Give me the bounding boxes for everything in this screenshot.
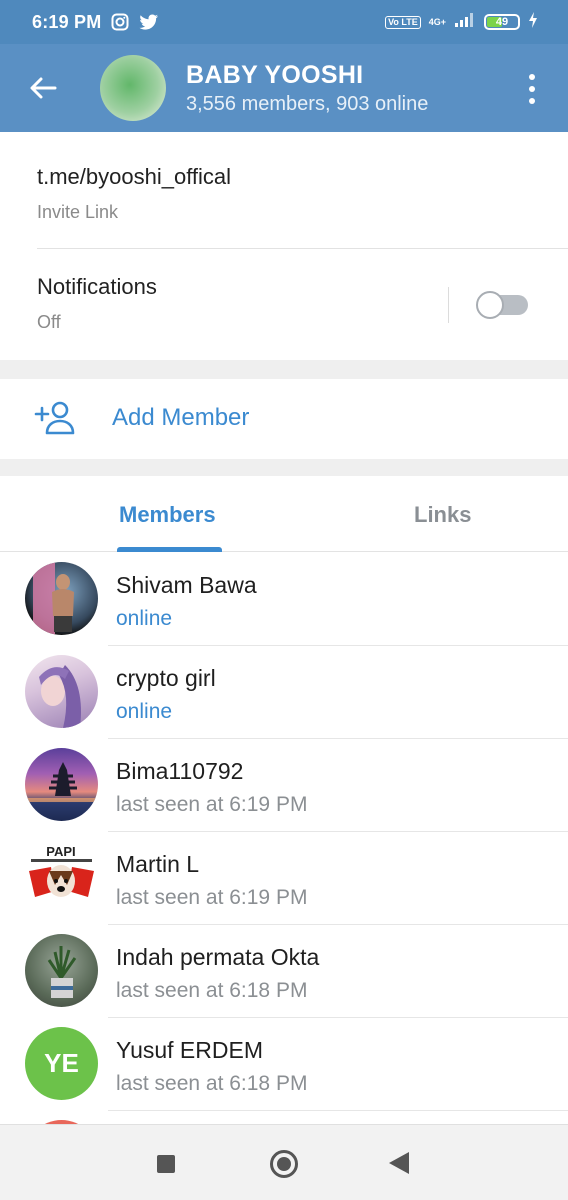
back-button[interactable] [0,44,86,132]
avatar: PAPI [25,841,98,914]
notifications-label: Notifications [37,274,157,299]
group-avatar[interactable] [100,55,166,121]
list-item[interactable]: PAPI Martin L last seen at 6:19 PM [0,832,568,925]
list-item[interactable]: Indah permata Okta last seen at 6:18 PM [0,925,568,1018]
add-member-row[interactable]: Add Member [0,379,568,459]
charging-icon [528,11,538,33]
invite-link-value: t.me/byooshi_offical [37,164,232,189]
member-status: online [116,607,173,630]
notifications-value: Off [37,312,61,332]
member-status: last seen at 6:18 PM [116,1072,308,1095]
member-status: last seen at 6:18 PM [116,979,308,1002]
member-name: Indah permata Okta [116,944,320,970]
member-name: Bima110792 [116,758,244,784]
list-item[interactable]: Bima110792 last seen at 6:19 PM [0,739,568,832]
list-item[interactable]: crypto girl online [0,646,568,739]
avatar-initials: YE [44,1048,79,1078]
tab-indicator [117,547,222,552]
divider [448,287,449,323]
divider [37,248,568,249]
member-name: crypto girl [116,665,216,691]
system-nav-bar [0,1124,568,1200]
invite-link-label: Invite Link [37,202,119,222]
status-bar: 6:19 PM Vo LTE 4G+ 49 [0,0,568,44]
member-status: online [116,700,173,723]
avatar: YE [25,1027,98,1100]
group-subtitle: 3,556 members, 903 online [186,92,429,115]
recents-icon[interactable] [157,1155,175,1173]
signal-icon [454,12,476,33]
add-member-label: Add Member [112,404,250,431]
notifications-toggle[interactable] [476,291,530,319]
member-name: Yusuf ERDEM [116,1037,263,1063]
member-name: Shivam Bawa [116,572,257,598]
more-options-button[interactable] [522,74,542,104]
member-name: Martin L [116,851,200,877]
list-item[interactable]: YE Yusuf ERDEM last seen at 6:18 PM [0,1018,568,1111]
clock: 6:19 PM [32,11,102,32]
avatar [25,934,98,1007]
tab-members[interactable]: Members [119,502,216,528]
more-vert-icon [529,74,535,80]
home-icon[interactable] [270,1150,298,1178]
nav-back-icon[interactable] [389,1152,409,1174]
notifications-row[interactable]: Notifications Off [37,274,157,333]
members-section: Members Links Shivam Bawa online crypto … [0,476,568,1124]
add-person-icon [34,401,76,440]
list-item[interactable] [0,1111,568,1124]
member-status: last seen at 6:19 PM [116,793,308,816]
tab-links[interactable]: Links [414,502,471,528]
app-bar: BABY YOOSHI 3,556 members, 903 online [0,44,568,132]
instagram-icon [111,13,129,31]
avatar-text: PAPI [46,844,75,859]
group-info-section: t.me/byooshi_offical Invite Link Notific… [0,132,568,360]
volte-icon: Vo LTE [385,15,421,29]
tab-bar: Members Links [0,476,568,552]
avatar [25,748,98,821]
member-status: last seen at 6:19 PM [116,886,308,909]
group-title: BABY YOOSHI [186,60,364,89]
network-label: 4G+ [428,16,446,27]
twitter-icon [139,14,159,31]
battery-icon: 49 [484,14,520,30]
avatar [25,562,98,635]
invite-link-row[interactable]: t.me/byooshi_offical Invite Link [37,164,231,223]
list-item[interactable]: Shivam Bawa online [0,553,568,646]
arrow-left-icon [30,77,57,99]
avatar [25,655,98,728]
chat-title-block[interactable]: BABY YOOSHI 3,556 members, 903 online [186,61,428,116]
